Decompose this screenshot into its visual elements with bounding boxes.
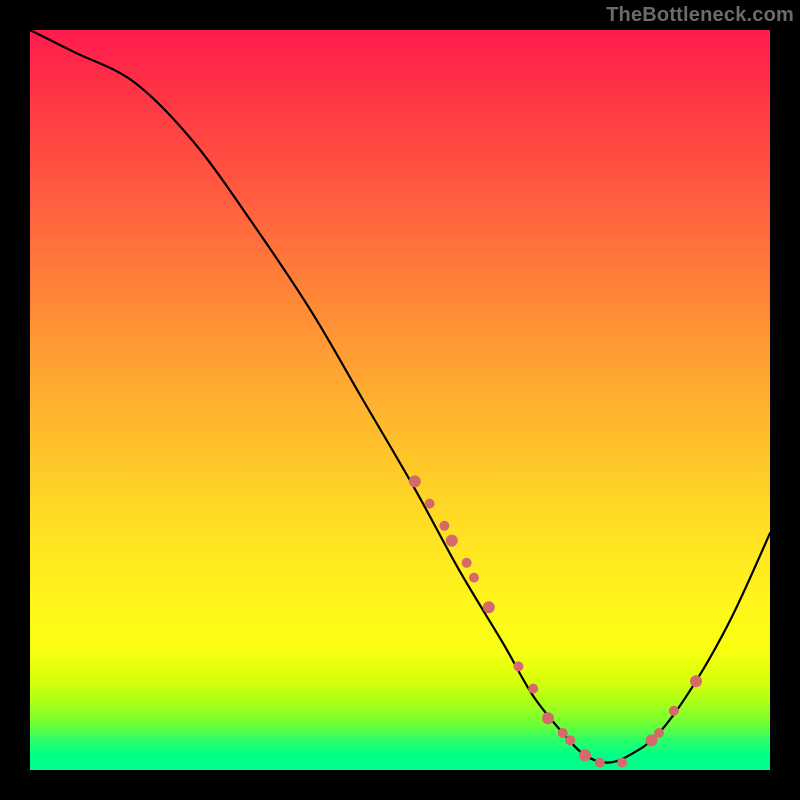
marker-dot bbox=[409, 475, 421, 487]
marker-dot bbox=[669, 706, 679, 716]
marker-dot bbox=[446, 535, 458, 547]
marker-dot bbox=[462, 558, 472, 568]
marker-dot bbox=[595, 758, 605, 768]
curve-svg bbox=[30, 30, 770, 770]
plot-gradient-background bbox=[30, 30, 770, 770]
marker-dot bbox=[528, 684, 538, 694]
marker-dot bbox=[690, 675, 702, 687]
marker-dot bbox=[483, 601, 495, 613]
marker-dot bbox=[654, 728, 664, 738]
marker-dot bbox=[617, 758, 627, 768]
marker-dot bbox=[542, 712, 554, 724]
marker-dot bbox=[579, 749, 591, 761]
watermark-text: TheBottleneck.com bbox=[606, 4, 794, 27]
marker-dot bbox=[425, 499, 435, 509]
marker-dot bbox=[565, 735, 575, 745]
marker-dot bbox=[439, 521, 449, 531]
marker-dot bbox=[469, 573, 479, 583]
bottleneck-curve bbox=[30, 30, 770, 763]
chart-container: TheBottleneck.com bbox=[0, 0, 800, 800]
marker-dot bbox=[513, 661, 523, 671]
marker-dot bbox=[558, 728, 568, 738]
